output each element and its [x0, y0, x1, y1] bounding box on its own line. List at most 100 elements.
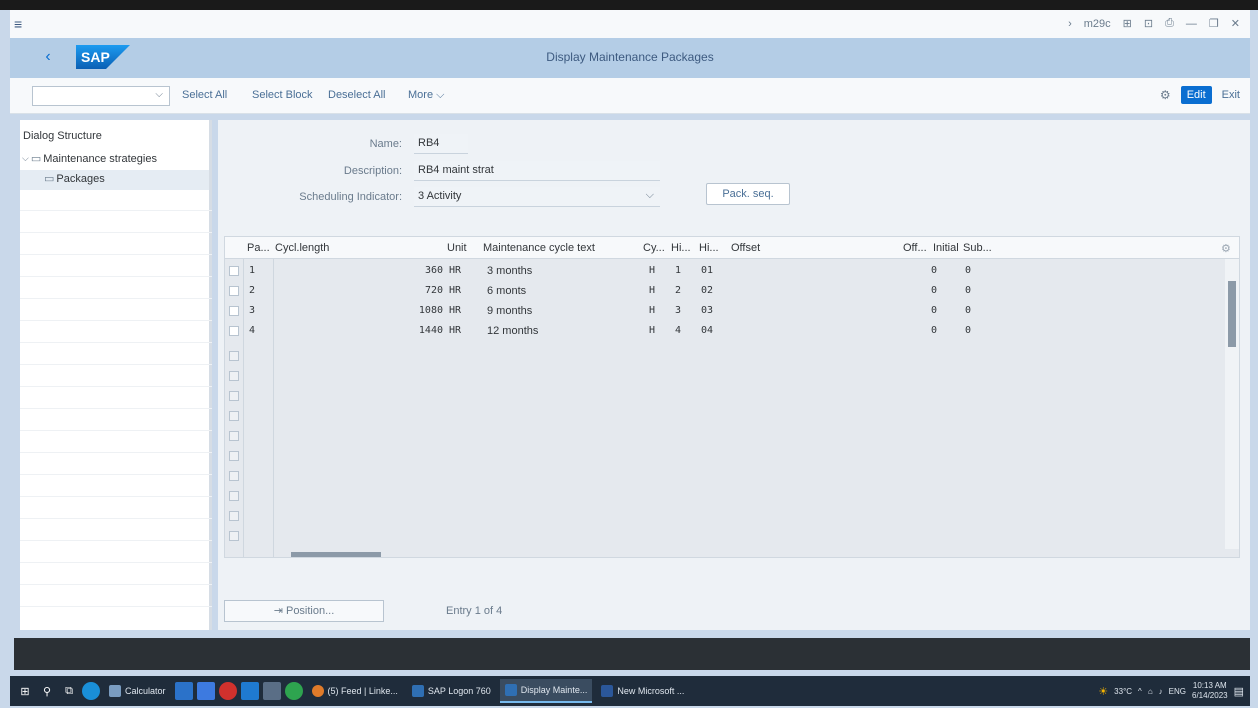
unit-cell[interactable]: HR	[449, 325, 461, 336]
clock[interactable]: 10:13 AM 6/14/2023	[1192, 681, 1228, 701]
hi-cell[interactable]: 4	[675, 325, 681, 336]
column-header[interactable]: Hi...	[671, 242, 691, 254]
tree-item-maintenance-strategies[interactable]: ⌵ ▭ Maintenance strategies	[22, 152, 157, 166]
cycle-length-cell[interactable]: 1440	[415, 325, 443, 336]
row-selector[interactable]	[229, 326, 239, 336]
pa-cell[interactable]: 2	[249, 285, 255, 296]
hi2-cell[interactable]: 01	[701, 265, 713, 276]
row-selector[interactable]	[229, 286, 239, 296]
close-icon[interactable]: ✕	[1231, 17, 1240, 30]
column-header[interactable]: Unit	[447, 242, 467, 254]
initial-cell[interactable]: 0	[965, 285, 971, 296]
minimize-icon[interactable]: —	[1186, 18, 1197, 30]
network-icon[interactable]: ⌂	[1148, 687, 1153, 696]
volume-icon[interactable]: ♪	[1159, 687, 1163, 696]
scheduling-indicator-select[interactable]: 3 Activity ⌵	[414, 187, 660, 207]
table-row[interactable]: 3 1080 HR 9 months H 3 03 0 0	[225, 301, 1225, 321]
vertical-scrollbar[interactable]	[1225, 259, 1239, 549]
cycle-text-cell[interactable]: 9 months	[487, 305, 532, 317]
column-header[interactable]: Off...	[903, 242, 927, 254]
unit-cell[interactable]: HR	[449, 285, 461, 296]
description-field[interactable]: RB4 maint strat	[414, 161, 660, 181]
taskbar-app-display-maintenance[interactable]: Display Mainte...	[499, 679, 593, 703]
edge-browser-icon[interactable]	[82, 682, 100, 700]
tree-item-packages[interactable]: ▭ Packages	[44, 172, 105, 186]
table-settings-icon[interactable]: ⚙	[1221, 242, 1231, 255]
name-field[interactable]: RB4	[414, 134, 468, 154]
scrollbar-thumb[interactable]	[1228, 281, 1236, 347]
cycle-text-cell[interactable]: 12 months	[487, 325, 538, 337]
hi2-cell[interactable]: 02	[701, 285, 713, 296]
more-menu-button[interactable]: More ⌵	[408, 89, 444, 102]
hi2-cell[interactable]: 03	[701, 305, 713, 316]
row-selector[interactable]	[229, 451, 239, 461]
cy-cell[interactable]: H	[649, 305, 655, 316]
row-selector[interactable]	[229, 491, 239, 501]
column-header[interactable]: Sub...	[963, 242, 992, 254]
weather-temp[interactable]: 33°C	[1114, 687, 1132, 696]
weather-icon[interactable]: ☀	[1098, 685, 1108, 698]
column-header[interactable]: Maintenance cycle text	[483, 242, 595, 254]
offset-cell[interactable]: 0	[931, 285, 937, 296]
deselect-all-button[interactable]: Deselect All	[328, 89, 385, 101]
taskbar-app-chrome[interactable]: (5) Feed | Linke...	[307, 679, 403, 703]
pack-seq-button[interactable]: Pack. seq.	[706, 183, 790, 205]
cycle-text-cell[interactable]: 6 monts	[487, 285, 526, 297]
row-selector[interactable]	[229, 371, 239, 381]
cy-cell[interactable]: H	[649, 285, 655, 296]
cy-cell[interactable]: H	[649, 265, 655, 276]
exit-button[interactable]: Exit	[1222, 89, 1240, 101]
row-selector[interactable]	[229, 351, 239, 361]
unit-cell[interactable]: HR	[449, 265, 461, 276]
hi-cell[interactable]: 1	[675, 265, 681, 276]
row-selector[interactable]	[229, 431, 239, 441]
cycle-length-cell[interactable]: 720	[415, 285, 443, 296]
print-icon[interactable]: ⎙	[1165, 17, 1174, 30]
task-view-icon[interactable]: ⧉	[60, 682, 78, 700]
select-block-button[interactable]: Select Block	[252, 89, 313, 101]
horizontal-scrollbar[interactable]	[277, 549, 1237, 557]
table-row[interactable]: 2 720 HR 6 monts H 2 02 0 0	[225, 281, 1225, 301]
offset-cell[interactable]: 0	[931, 325, 937, 336]
photos-icon[interactable]	[262, 682, 281, 700]
row-selector[interactable]	[229, 411, 239, 421]
app-icon[interactable]	[196, 682, 215, 700]
command-field[interactable]: ⌵	[32, 86, 170, 106]
column-header[interactable]: Cy...	[643, 242, 665, 254]
cycle-length-cell[interactable]: 1080	[415, 305, 443, 316]
cy-cell[interactable]: H	[649, 325, 655, 336]
screenshot-icon[interactable]: ⊡	[1144, 17, 1153, 30]
mail-icon[interactable]	[240, 682, 259, 700]
select-all-button[interactable]: Select All	[182, 89, 227, 101]
scrollbar-thumb[interactable]	[291, 552, 381, 557]
word-app-icon[interactable]	[174, 682, 193, 700]
pa-cell[interactable]: 3	[249, 305, 255, 316]
row-selector[interactable]	[229, 511, 239, 521]
offset-cell[interactable]: 0	[931, 305, 937, 316]
hi-cell[interactable]: 2	[675, 285, 681, 296]
hi2-cell[interactable]: 04	[701, 325, 713, 336]
cycle-length-cell[interactable]: 360	[415, 265, 443, 276]
taskbar-app-calculator[interactable]: Calculator	[104, 679, 171, 703]
windows-start-icon[interactable]: ⊞	[16, 682, 34, 700]
expand-icon[interactable]: ›	[1068, 18, 1072, 30]
row-selector[interactable]	[229, 266, 239, 276]
settings-icon[interactable]: ⚙	[1160, 88, 1171, 102]
hamburger-menu-icon[interactable]: ≡	[14, 16, 22, 32]
initial-cell[interactable]: 0	[965, 265, 971, 276]
language-indicator[interactable]: ENG	[1169, 687, 1186, 696]
search-icon[interactable]: ⚲	[38, 682, 56, 700]
tray-chevron-icon[interactable]: ^	[1138, 687, 1142, 696]
position-button[interactable]: ⇥ Position...	[224, 600, 384, 622]
column-header[interactable]: Offset	[731, 242, 760, 254]
row-selector[interactable]	[229, 391, 239, 401]
row-selector[interactable]	[229, 471, 239, 481]
table-row[interactable]: 1 360 HR 3 months H 1 01 0 0	[225, 261, 1225, 281]
column-header[interactable]: Cycl.length	[275, 242, 329, 254]
whatsapp-icon[interactable]	[284, 682, 303, 700]
expand-arrow-icon[interactable]: ⌵	[22, 153, 29, 164]
row-selector[interactable]	[229, 531, 239, 541]
column-header[interactable]: Initial	[933, 242, 959, 254]
row-selector[interactable]	[229, 306, 239, 316]
pa-cell[interactable]: 4	[249, 325, 255, 336]
